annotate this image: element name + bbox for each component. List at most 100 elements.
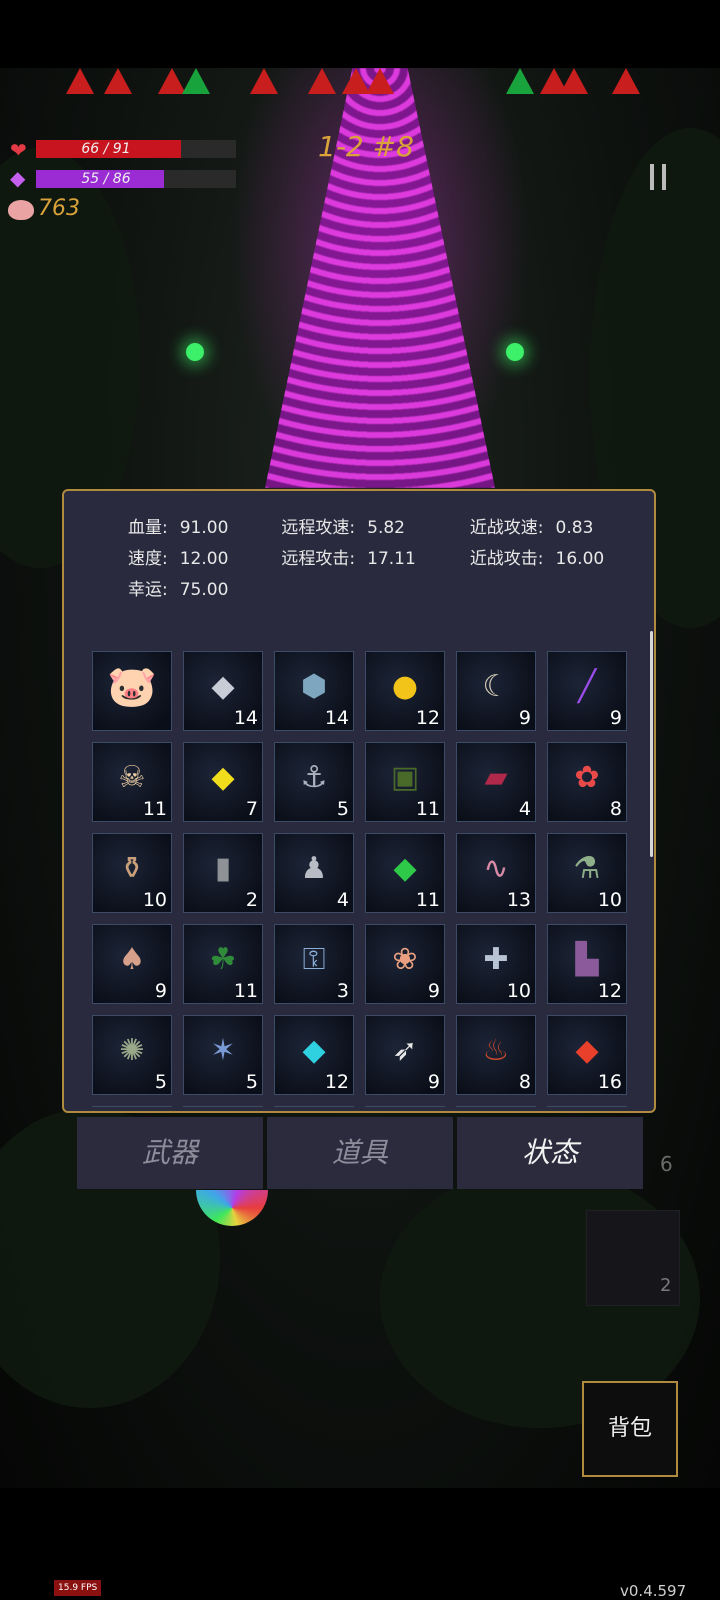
item-count: 9 <box>609 707 622 729</box>
tab-items[interactable]: 道具 <box>267 1117 453 1189</box>
inventory-slot[interactable]: ⚓ 5 <box>274 742 354 822</box>
enemy-marker-icon <box>366 68 394 94</box>
fps-counter: 15.9 FPS <box>54 1580 102 1596</box>
inventory-slot[interactable]: ▰ 4 <box>456 742 536 822</box>
enemy-marker-icon <box>308 68 336 94</box>
stat-speed: 速度: 12.00 <box>128 549 229 569</box>
inventory-slot[interactable] <box>183 1106 263 1107</box>
inventory-slot[interactable]: ✶ 5 <box>183 1015 263 1095</box>
inventory-slot[interactable]: ⚗ 10 <box>547 833 627 913</box>
inventory-slot[interactable] <box>547 1106 627 1107</box>
inventory-slot[interactable]: ☘ 11 <box>183 924 263 1004</box>
item-count: 5 <box>245 1071 258 1093</box>
item-count: 14 <box>233 707 258 729</box>
health-text: 66 / 91 <box>81 141 131 157</box>
inventory-slot[interactable] <box>274 1106 354 1107</box>
item-count: 5 <box>154 1071 167 1093</box>
inventory-slot[interactable]: ⚿ 3 <box>274 924 354 1004</box>
inventory-slot[interactable]: ◆ 7 <box>183 742 263 822</box>
silver-ore-icon: ◆ <box>211 669 235 705</box>
item-count: 9 <box>427 980 440 1002</box>
scrollbar[interactable] <box>650 631 653 857</box>
stats-row: 幸运: 75.00 <box>128 575 604 606</box>
mana-bar: 55 / 86 <box>36 170 236 188</box>
enemy-marker-icon <box>66 68 94 94</box>
ally-marker-icon <box>506 68 534 94</box>
item-count: 13 <box>506 889 531 911</box>
stats-row: 血量: 91.00 远程攻速: 5.82 近战攻速: 0.83 <box>128 513 604 544</box>
horn-icon: ☾ <box>482 669 510 705</box>
item-count: 14 <box>324 707 349 729</box>
item-count: 10 <box>142 889 167 911</box>
inventory-slot[interactable]: ⬢ 14 <box>274 651 354 731</box>
inventory-slot[interactable]: ✺ 5 <box>92 1015 172 1095</box>
inventory-slot[interactable]: ♟ 4 <box>274 833 354 913</box>
inventory-slot[interactable] <box>92 1106 172 1107</box>
inventory-slot[interactable]: ▙ 12 <box>547 924 627 1004</box>
item-count: 10 <box>597 889 622 911</box>
enemy-marker-icon <box>612 68 640 94</box>
piggy-bank-icon: 🐷 <box>107 664 157 711</box>
item-count: 8 <box>518 1071 531 1093</box>
item-count: 12 <box>415 707 440 729</box>
purple-vial-icon: ╱ <box>577 669 597 705</box>
stat-ranged-attack: 远程攻击: 17.11 <box>281 549 416 569</box>
item-count: 12 <box>597 980 622 1002</box>
inventory-slot[interactable]: ▮ 2 <box>183 833 263 913</box>
item-count: 9 <box>518 707 531 729</box>
inventory-slot[interactable]: ♨ 8 <box>456 1015 536 1095</box>
enemy-marker-icon <box>560 68 588 94</box>
pause-button[interactable] <box>650 164 666 190</box>
inventory-slot[interactable]: ♠ 9 <box>92 924 172 1004</box>
inventory-slot[interactable]: ☠ 11 <box>92 742 172 822</box>
health-bar: 66 / 91 <box>36 140 236 158</box>
key-icon: ⚿ <box>302 942 326 978</box>
inventory-slot[interactable]: ● 12 <box>365 651 445 731</box>
stat-melee-speed: 近战攻速: 0.83 <box>469 518 594 538</box>
item-count: 12 <box>324 1071 349 1093</box>
four-leaf-clover-icon: ☘ <box>209 942 237 978</box>
item-grid: 🐷 ◆ 14 ⬢ 14 ● 12 ☾ 9 ╱ 9 ☠ 11 ◆ 7 ⚓ 5 ▣ 11 ▰ 4 ✿ 8 ⚱ 10 ▮ 2 ♟ 4 ◆ 11 ∿ 1… <box>92 651 632 1107</box>
stat-melee-attack: 近战攻击: 16.00 <box>469 549 605 569</box>
stats-row: 速度: 12.00 远程攻击: 17.11 近战攻击: 16.00 <box>128 544 604 575</box>
mushroom-icon: ♠ <box>118 942 146 978</box>
backpack-button[interactable]: 背包 <box>582 1381 678 1477</box>
inventory-slot[interactable]: ╱ 9 <box>547 651 627 731</box>
ally-marker-icon <box>182 68 210 94</box>
inventory-slot[interactable]: ⚱ 10 <box>92 833 172 913</box>
feather-icon: ➶ <box>392 1033 418 1069</box>
mana-gem-icon: ◆ <box>10 166 26 190</box>
inventory-slot[interactable]: ➶ 9 <box>365 1015 445 1095</box>
inventory-slot[interactable] <box>456 1106 536 1107</box>
item-count: 11 <box>415 798 440 820</box>
item-count: 16 <box>597 1071 622 1093</box>
inventory-slot[interactable]: ◆ 11 <box>365 833 445 913</box>
status-panel: 血量: 91.00 远程攻速: 5.82 近战攻速: 0.83 速度: 12.00 远程… <box>62 489 656 1113</box>
inventory-slot[interactable]: ◆ 12 <box>274 1015 354 1095</box>
purple-boots-icon: ▙ <box>575 942 599 978</box>
gravestone-icon: ▮ <box>214 851 232 887</box>
inventory-slot[interactable]: ∿ 13 <box>456 833 536 913</box>
inventory-slot[interactable] <box>365 1106 445 1107</box>
anchor-icon: ⚓ <box>300 760 328 796</box>
yellow-crystal-icon: ◆ <box>211 760 235 796</box>
inventory-slot[interactable]: ✚ 10 <box>456 924 536 1004</box>
item-count: 8 <box>609 798 622 820</box>
tab-status[interactable]: 状态 <box>457 1117 643 1189</box>
enemy-marker-icon <box>250 68 278 94</box>
tab-weapons[interactable]: 武器 <box>77 1117 263 1189</box>
heart-icon: ❤ <box>10 138 27 162</box>
green-torch-icon <box>506 343 524 361</box>
inventory-slot[interactable]: ☾ 9 <box>456 651 536 731</box>
inventory-slot[interactable]: ❀ 9 <box>365 924 445 1004</box>
inventory-slot[interactable]: ◆ 16 <box>547 1015 627 1095</box>
version-label: v0.4.597 <box>620 1582 687 1600</box>
inventory-slot[interactable]: ✿ 8 <box>547 742 627 822</box>
worm-icon: ∿ <box>483 851 509 887</box>
inventory-slot[interactable]: 🐷 <box>92 651 172 731</box>
flower-garland-icon: ❀ <box>392 942 418 978</box>
item-count: 11 <box>415 889 440 911</box>
inventory-slot[interactable]: ▣ 11 <box>365 742 445 822</box>
inventory-slot[interactable]: ◆ 14 <box>183 651 263 731</box>
item-count: 10 <box>506 980 531 1002</box>
